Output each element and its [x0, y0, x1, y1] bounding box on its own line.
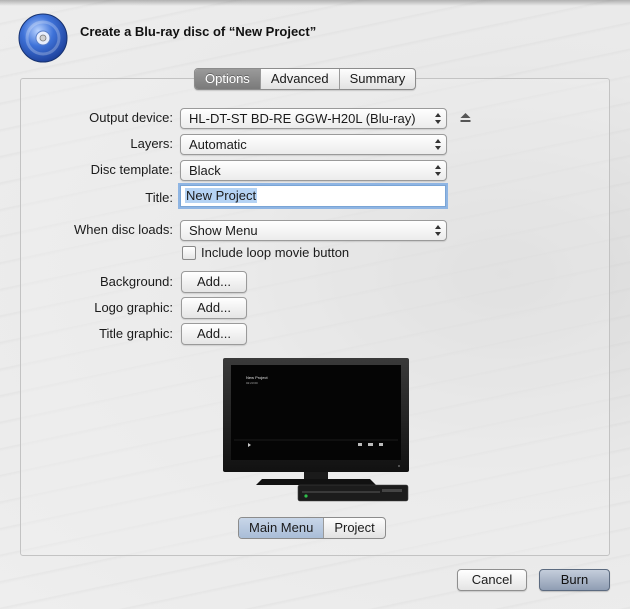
output-device-label: Output device: — [89, 110, 173, 125]
popup-arrows-icon — [435, 113, 441, 124]
logo-graphic-label: Logo graphic: — [94, 300, 173, 315]
popup-arrows-icon — [435, 225, 441, 236]
disc-template-value: Black — [189, 163, 221, 178]
when-disc-loads-label: When disc loads: — [74, 222, 173, 237]
preview-mode-switch: Main Menu Project — [238, 517, 386, 539]
eject-icon[interactable] — [460, 112, 471, 123]
background-label: Background: — [100, 274, 173, 289]
preview-menu-title: New Project — [246, 375, 268, 380]
layers-label: Layers: — [130, 136, 173, 151]
project-segment[interactable]: Project — [323, 518, 384, 538]
tab-bar: Options Advanced Summary — [194, 68, 417, 90]
burn-button[interactable]: Burn — [539, 569, 610, 591]
menu-preview: New Project 02:23:00 — [223, 358, 409, 502]
cancel-button[interactable]: Cancel — [457, 569, 527, 591]
when-disc-loads-value: Show Menu — [189, 223, 258, 238]
bluray-disc-icon — [18, 13, 68, 63]
background-add-button[interactable]: Add... — [181, 271, 247, 293]
title-field-value: New Project — [185, 188, 258, 203]
tab-options[interactable]: Options — [195, 69, 260, 89]
disc-template-popup[interactable]: Black — [180, 160, 447, 181]
output-device-value: HL-DT-ST BD-RE GGW-H20L (Blu-ray) — [189, 111, 416, 126]
when-disc-loads-popup[interactable]: Show Menu — [180, 220, 447, 241]
loop-movie-label: Include loop movie button — [201, 245, 350, 260]
loop-movie-checkbox[interactable] — [182, 245, 196, 260]
title-label: Title: — [145, 190, 173, 205]
output-device-popup[interactable]: HL-DT-ST BD-RE GGW-H20L (Blu-ray) — [180, 108, 447, 129]
layers-popup[interactable]: Automatic — [180, 134, 447, 155]
layers-value: Automatic — [189, 137, 247, 152]
logo-graphic-add-button[interactable]: Add... — [181, 297, 247, 319]
dialog-title: Create a Blu-ray disc of “New Project” — [80, 24, 317, 39]
title-bar-shadow — [0, 0, 630, 6]
tab-advanced[interactable]: Advanced — [259, 69, 339, 89]
popup-arrows-icon — [435, 139, 441, 150]
disc-template-label: Disc template: — [90, 162, 173, 177]
title-graphic-label: Title graphic: — [99, 326, 173, 341]
preview-menu-time: 02:23:00 — [246, 381, 258, 385]
title-field[interactable]: New Project — [180, 185, 446, 207]
tab-summary[interactable]: Summary — [338, 69, 416, 89]
popup-arrows-icon — [435, 165, 441, 176]
main-menu-segment[interactable]: Main Menu — [239, 518, 324, 538]
title-graphic-add-button[interactable]: Add... — [181, 323, 247, 345]
loop-movie-option[interactable]: Include loop movie button — [182, 245, 349, 260]
